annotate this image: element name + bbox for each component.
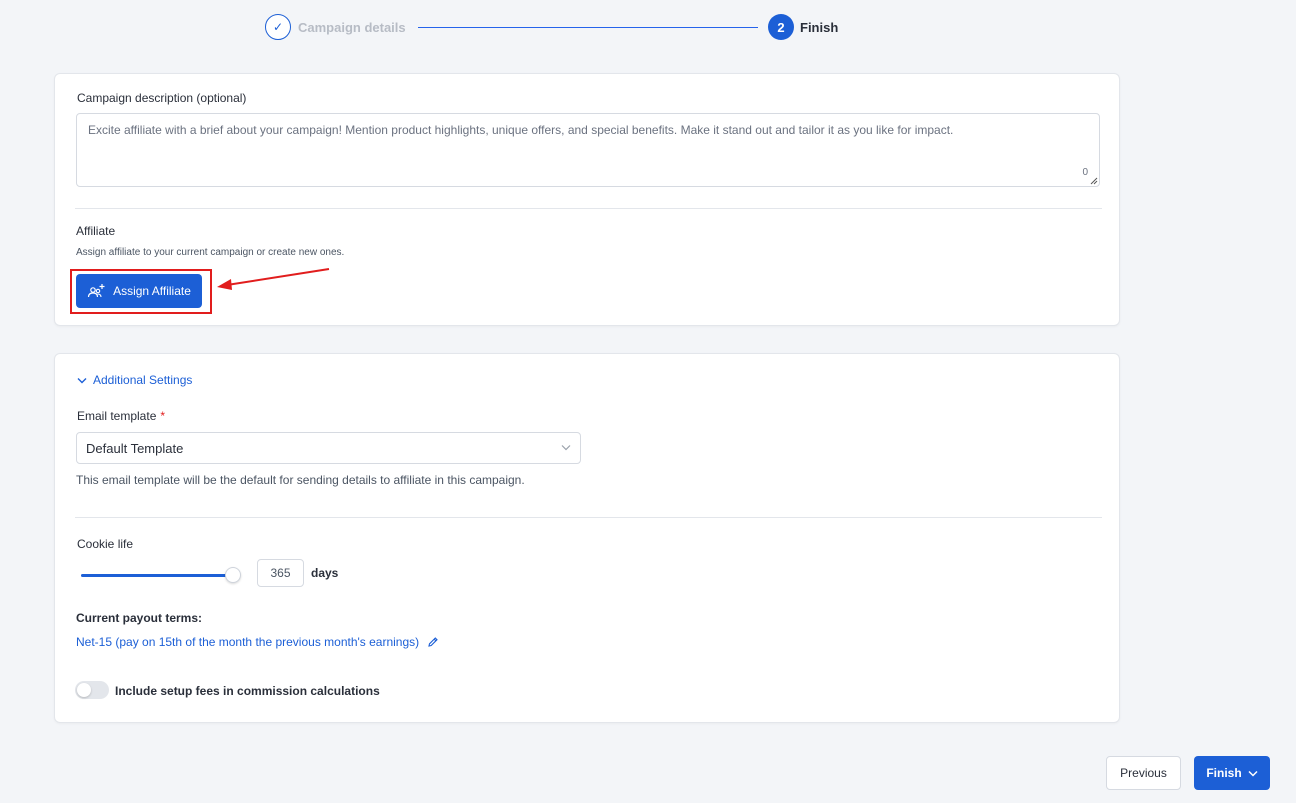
toggle-knob: [77, 683, 91, 697]
additional-settings-card: Additional Settings Email template * Defa…: [54, 353, 1120, 723]
days-unit-label: days: [311, 566, 339, 580]
affiliate-title: Affiliate: [76, 224, 116, 238]
slider-handle[interactable]: [225, 567, 241, 583]
description-label: Campaign description (optional): [77, 91, 247, 105]
assign-affiliate-label: Assign Affiliate: [113, 284, 191, 298]
description-textarea[interactable]: Excite affiliate with a brief about your…: [76, 113, 1100, 187]
email-template-label: Email template *: [77, 409, 166, 423]
pencil-icon[interactable]: [427, 636, 439, 648]
additional-settings-label: Additional Settings: [93, 373, 193, 387]
resize-handle-icon[interactable]: [1088, 175, 1098, 185]
step-campaign-details[interactable]: Campaign details: [298, 20, 406, 35]
cookie-life-slider[interactable]: [81, 574, 233, 577]
cookie-life-input[interactable]: 365: [257, 559, 304, 587]
finish-label: Finish: [1206, 766, 1242, 780]
finish-button[interactable]: Finish: [1194, 756, 1270, 790]
check-icon: ✓: [265, 14, 291, 40]
additional-settings-toggle[interactable]: Additional Settings: [77, 373, 192, 387]
affiliate-subtitle: Assign affiliate to your current campaig…: [76, 247, 345, 258]
payout-terms-value: Net-15 (pay on 15th of the month the pre…: [76, 635, 420, 649]
previous-button[interactable]: Previous: [1106, 756, 1181, 790]
assign-affiliate-button[interactable]: Assign Affiliate: [76, 274, 202, 308]
step-number-badge: 2: [768, 14, 794, 40]
email-template-select[interactable]: Default Template: [76, 432, 581, 464]
chevron-down-icon: [1248, 770, 1258, 777]
setup-fees-label: Include setup fees in commission calcula…: [115, 684, 380, 698]
chevron-down-icon: [561, 445, 571, 451]
cookie-life-label: Cookie life: [77, 537, 134, 551]
payout-terms-label: Current payout terms:: [76, 611, 203, 625]
stepper: ✓ Campaign details 2 Finish: [265, 14, 865, 42]
campaign-card: Campaign description (optional) Excite a…: [54, 73, 1120, 326]
chevron-down-icon: [77, 377, 87, 383]
divider: [75, 517, 1102, 518]
step-finish: Finish: [800, 20, 839, 35]
slider-fill: [81, 574, 233, 577]
email-template-help: This email template will be the default …: [76, 473, 525, 487]
setup-fees-toggle[interactable]: [75, 681, 109, 699]
annotation-arrow: [217, 268, 330, 290]
stepper-connector: [418, 27, 758, 28]
payout-terms-link[interactable]: Net-15 (pay on 15th of the month the pre…: [76, 635, 439, 649]
email-template-value: Default Template: [86, 441, 184, 456]
divider: [75, 208, 1102, 209]
required-asterisk: *: [160, 409, 166, 423]
add-user-group-icon: [87, 284, 105, 298]
description-placeholder: Excite affiliate with a brief about your…: [88, 123, 954, 137]
